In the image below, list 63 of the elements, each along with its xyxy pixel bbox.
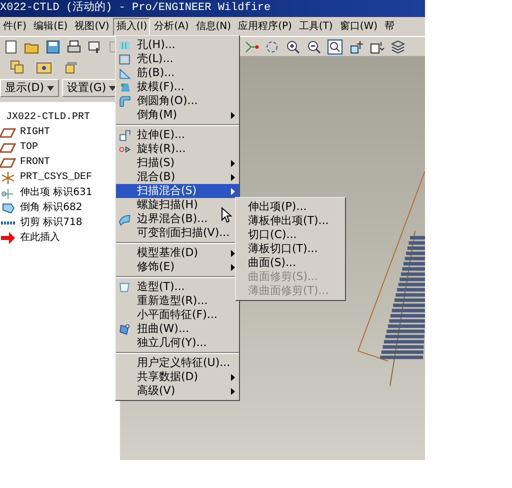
coordinate-system-icon — [0, 170, 16, 186]
menu-item[interactable]: 小平面特征(F)... — [116, 308, 239, 322]
insert-arrow-icon — [0, 230, 16, 246]
menu-item[interactable]: 螺旋扫描(H) — [116, 198, 239, 212]
menu-item[interactable]: 编辑(E) — [30, 18, 71, 36]
menu-item[interactable]: 重新造型(R)... — [116, 294, 239, 308]
menu-item[interactable]: 拉伸(E)... — [116, 128, 239, 142]
menu-item[interactable]: 薄板伸出项(T)... — [236, 214, 345, 228]
tree-item[interactable]: FRONT — [20, 158, 50, 168]
tree-item[interactable]: 倒角 标识682 — [20, 202, 82, 212]
menu-item[interactable]: 边界混合(B)... — [116, 212, 239, 226]
cut-icon — [0, 220, 16, 224]
menu-item[interactable]: 伸出项(P)... — [236, 200, 345, 214]
menu-item[interactable]: 孔(H)... — [116, 38, 239, 52]
menu-item[interactable]: 壳(L)... — [116, 52, 239, 66]
rib-icon — [118, 66, 132, 80]
menu-item[interactable]: 扭曲(W)... — [116, 322, 239, 336]
menu-item[interactable]: 可变剖面扫描(V)... — [116, 226, 239, 240]
menu-item[interactable]: 视图(V) — [72, 18, 112, 36]
menu-item[interactable]: 高级(V) — [116, 384, 239, 398]
menu-item[interactable]: 扫描(S) — [116, 156, 239, 170]
menu-item[interactable]: 分析(A) — [151, 18, 192, 36]
menu-item[interactable]: 帮 — [382, 18, 398, 36]
menu-item[interactable]: 切口(C)... — [236, 228, 345, 242]
chevron-down-icon — [47, 86, 54, 90]
tree-item[interactable]: RIGHT — [20, 128, 50, 138]
tree-item[interactable]: PRT_CSYS_DEF — [20, 172, 92, 182]
menu-item[interactable]: 修饰(E) — [116, 260, 239, 274]
menu-item[interactable]: 混合(B) — [116, 170, 239, 184]
round-icon — [118, 94, 132, 108]
menu-item[interactable]: 共享数据(D) — [116, 370, 239, 384]
menu-item[interactable]: 工具(T) — [296, 18, 336, 36]
menu-item[interactable]: 用户定义特征(U)... — [116, 356, 239, 370]
menu-item[interactable]: 薄板切口(T)... — [236, 242, 345, 256]
tree-item[interactable]: JX022-CTLD.PRT — [6, 112, 90, 122]
menu-item[interactable]: 造型(T)... — [116, 280, 239, 294]
mouse-pointer-icon — [221, 207, 232, 223]
hole-icon — [118, 38, 132, 52]
menu-item[interactable]: 窗口(W) — [336, 18, 381, 36]
extrude-icon — [118, 128, 132, 142]
menu-item[interactable]: 倒角(M) — [116, 108, 239, 122]
menu-item[interactable]: 筋(B)... — [116, 66, 239, 80]
menu-item[interactable]: 独立几何(Y)... — [116, 336, 239, 350]
tree-item[interactable]: TOP — [20, 142, 38, 152]
menu-item[interactable]: 信息(N) — [192, 18, 234, 36]
menu-item[interactable]: 件(F) — [0, 18, 30, 36]
boundary-blend-icon — [118, 212, 132, 226]
menu-item[interactable]: 曲面(S)... — [236, 256, 345, 270]
menu-item[interactable]: 应用程序(P) — [235, 18, 295, 36]
tree-item[interactable]: 切剪 标识718 — [20, 218, 82, 228]
menu-item[interactable]: 模型基准(D) — [116, 246, 239, 260]
menu-item[interactable]: 旋转(R)... — [116, 142, 239, 156]
menu-item[interactable]: 倒圆角(O)... — [116, 94, 239, 108]
dropdown-button[interactable]: 显示(D) — [0, 79, 60, 97]
chevron-down-icon — [109, 86, 116, 90]
shell-icon — [118, 52, 132, 66]
window-title: X022-CTLD (活动的) - Pro/ENGINEER Wildfire — [0, 3, 271, 14]
tree-item[interactable]: 伸出项 标识631 — [20, 188, 92, 198]
style-icon — [118, 280, 132, 294]
draft-icon — [118, 80, 132, 94]
warp-icon — [118, 322, 132, 336]
menu-item[interactable]: 扫描混合(S) — [116, 184, 239, 198]
tree-item[interactable]: 在此插入 — [20, 232, 60, 242]
